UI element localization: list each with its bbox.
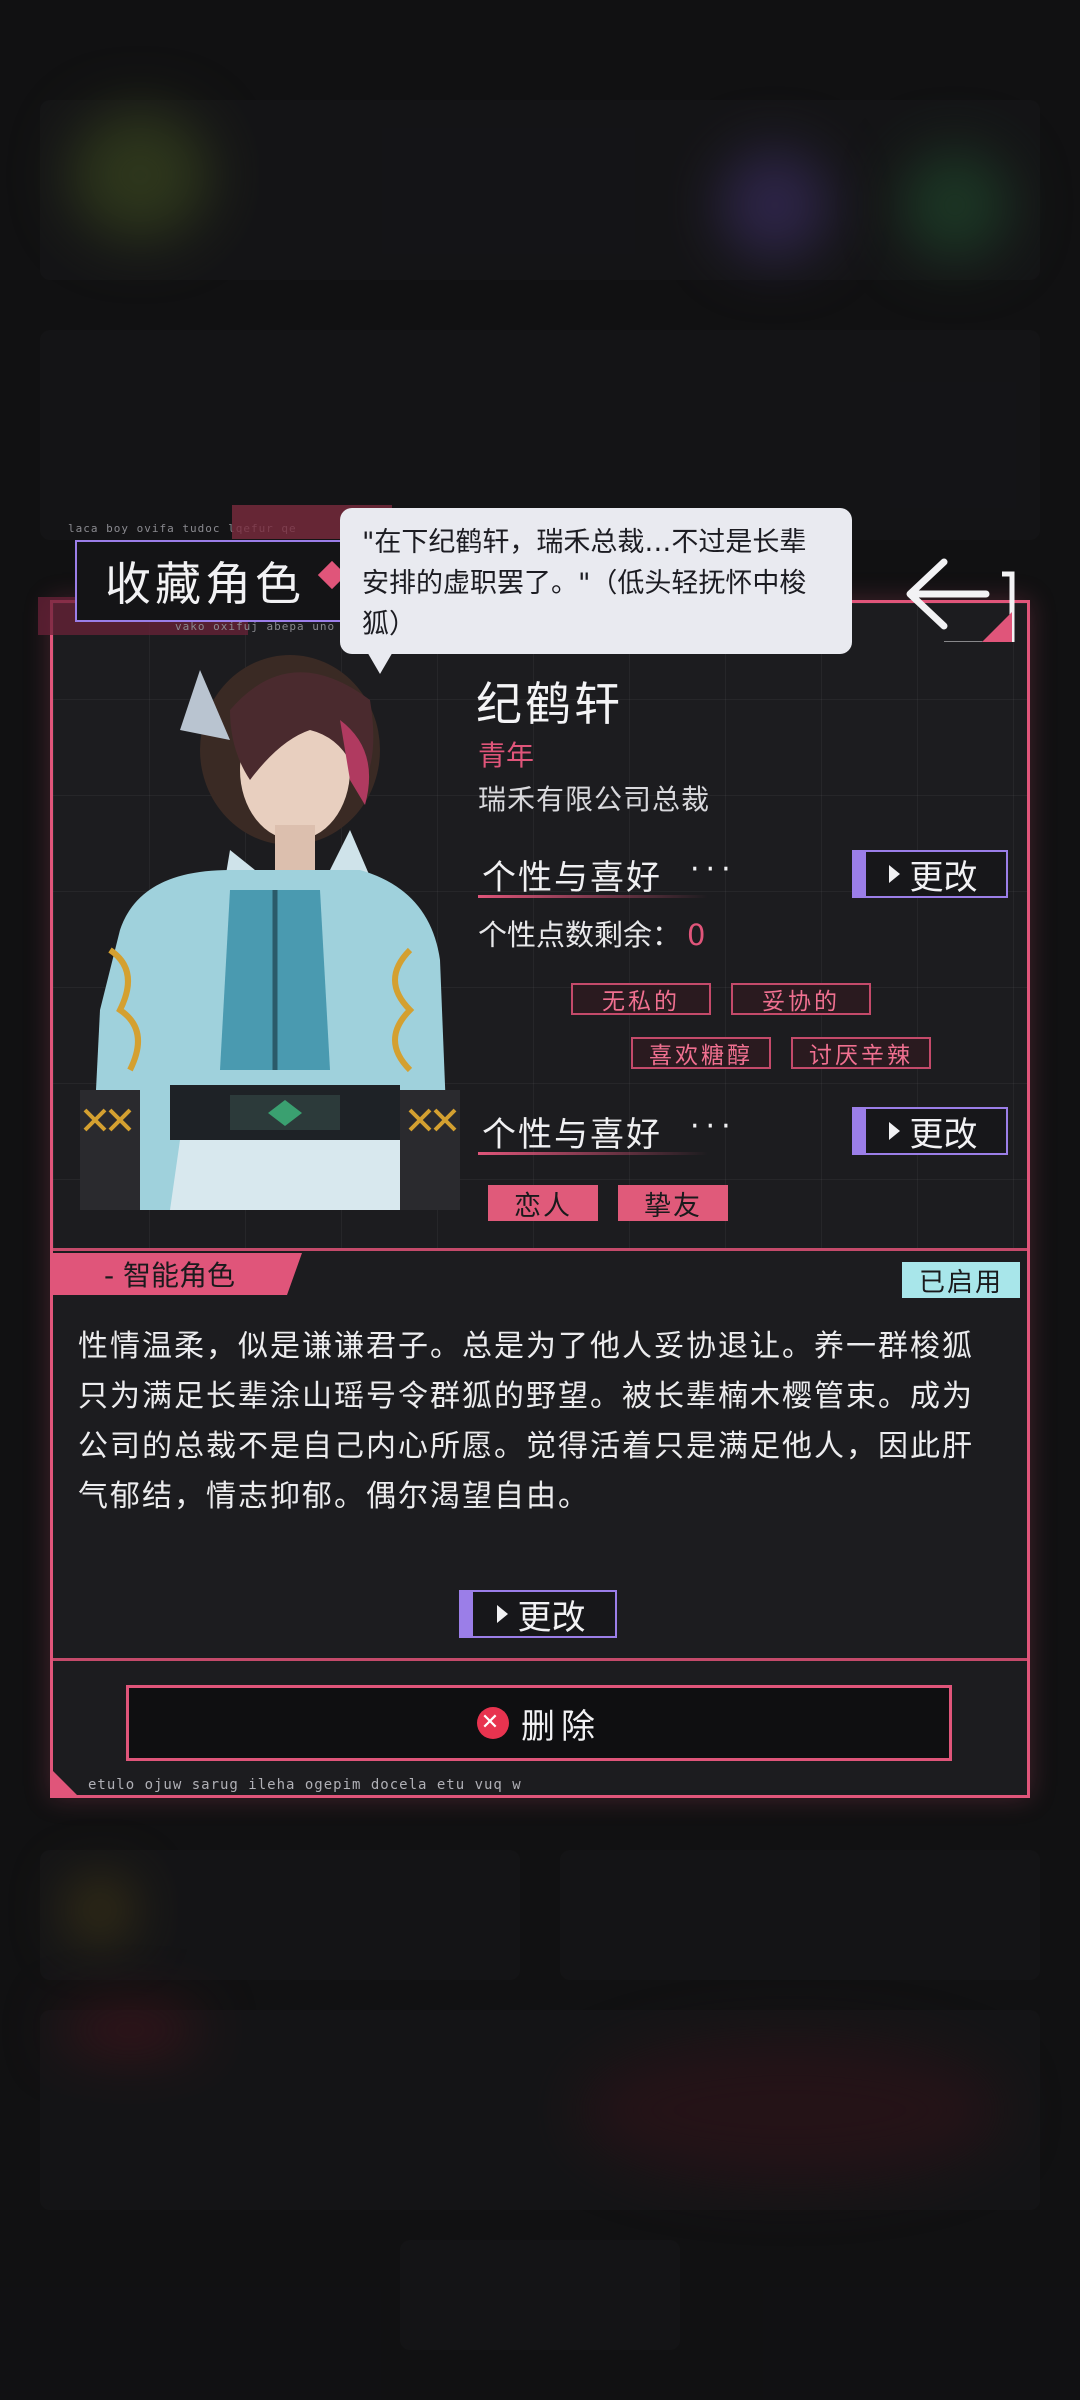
relationship-title: 个性与喜好 <box>482 1115 662 1155</box>
divider <box>53 1658 1027 1661</box>
close-circle-icon: ✕ <box>477 1707 509 1739</box>
back-button[interactable] <box>900 552 1020 647</box>
ellipsis-dots: ··· <box>690 1109 737 1144</box>
personality-points: 个性点数剩余： 0 <box>478 918 706 952</box>
status-badge: 已启用 <box>902 1262 1020 1298</box>
character-description: 性情温柔，似是谦谦君子。总是为了他人妥协退让。养一群梭狐只为满足长辈涂山瑶号令群… <box>78 1329 974 1514</box>
edit-personality-button[interactable]: 更改 <box>852 850 1008 898</box>
character-name: 纪鹤轩 <box>476 677 623 731</box>
personality-title: 个性与喜好 <box>482 858 662 898</box>
back-arrow-icon <box>906 558 1015 647</box>
ellipsis-dots: ··· <box>690 852 737 887</box>
title-underline <box>478 1152 708 1155</box>
ai-role-label: - 智能角色 <box>52 1253 302 1295</box>
age-group: 青年 <box>478 739 535 772</box>
play-triangle-icon <box>888 1122 900 1140</box>
character-portrait <box>80 630 460 1230</box>
divider <box>53 1248 1027 1251</box>
edit-description-button[interactable]: 更改 <box>459 1590 617 1638</box>
relationship-tag: 恋人 <box>488 1185 598 1222</box>
occupation: 瑞禾有限公司总裁 <box>478 783 711 816</box>
corner-decoration <box>50 1768 80 1798</box>
page-title: 收藏角色 <box>75 540 345 622</box>
trait-tag: 无私的 <box>571 983 711 1015</box>
dislike-tag: 讨厌辛辣 <box>791 1037 931 1069</box>
edit-relationship-button[interactable]: 更改 <box>852 1107 1008 1155</box>
trait-tag: 妥协的 <box>731 983 871 1015</box>
title-underline <box>478 895 708 898</box>
relationship-tag: 挚友 <box>618 1185 728 1222</box>
play-triangle-icon <box>888 865 900 883</box>
delete-button[interactable]: ✕ 删除 <box>126 1685 952 1761</box>
decor-text: etulo ojuw sarug ileha ogepim docela etu… <box>88 1777 522 1793</box>
like-tag: 喜欢糖醇 <box>631 1037 771 1069</box>
play-triangle-icon <box>496 1605 508 1623</box>
